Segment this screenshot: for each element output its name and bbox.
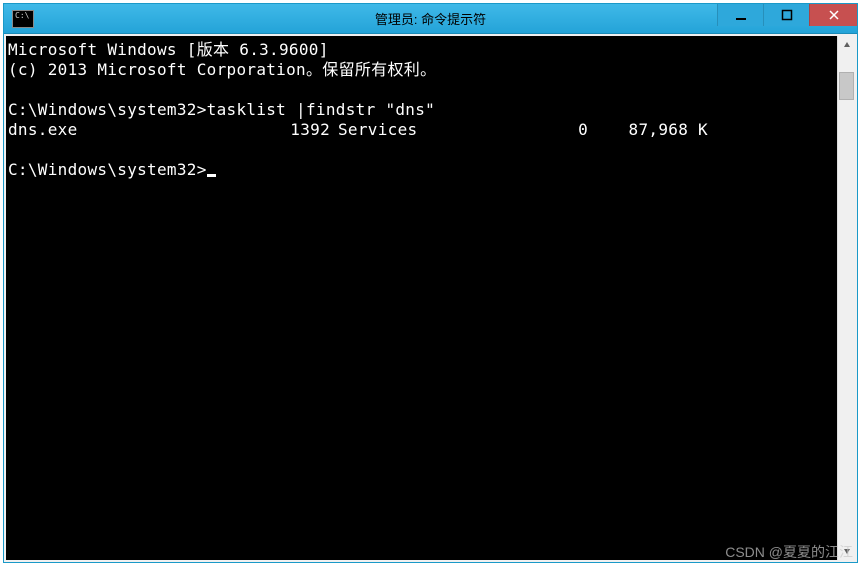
maximize-icon	[781, 9, 793, 21]
proc-session: Services	[338, 120, 528, 140]
window-title: 管理员: 命令提示符	[375, 9, 486, 28]
proc-name: dns.exe	[8, 120, 268, 140]
proc-mem: 87,968 K	[588, 120, 708, 140]
terminal-container: Microsoft Windows [版本 6.3.9600] (c) 2013…	[4, 34, 857, 562]
minimize-button[interactable]	[717, 4, 763, 26]
blank-line	[8, 80, 835, 100]
banner-line: Microsoft Windows [版本 6.3.9600]	[8, 40, 835, 60]
prompt-command: tasklist |findstr "dns"	[207, 100, 435, 119]
maximize-button[interactable]	[763, 4, 809, 26]
proc-session-num: 0	[528, 120, 588, 140]
app-icon-label: C:\	[15, 12, 29, 20]
cursor	[207, 174, 216, 177]
prompt-line: C:\Windows\system32>	[8, 160, 835, 180]
chevron-down-icon	[843, 547, 851, 555]
scroll-track[interactable]	[838, 54, 855, 542]
prompt-path: C:\Windows\system32>	[8, 100, 207, 119]
close-icon	[828, 9, 840, 21]
scroll-down-button[interactable]	[838, 542, 855, 560]
minimize-icon	[735, 9, 747, 21]
titlebar[interactable]: C:\ 管理员: 命令提示符	[4, 4, 857, 34]
vertical-scrollbar[interactable]	[837, 36, 855, 560]
chevron-up-icon	[843, 41, 851, 49]
terminal-output[interactable]: Microsoft Windows [版本 6.3.9600] (c) 2013…	[6, 36, 837, 560]
window-controls	[717, 4, 857, 26]
blank-line	[8, 140, 835, 160]
command-prompt-window: C:\ 管理员: 命令提示符 Microsoft Windows [版本 6.3…	[3, 3, 858, 563]
banner-line: (c) 2013 Microsoft Corporation。保留所有权利。	[8, 60, 835, 80]
proc-pid: 1392	[268, 120, 338, 140]
scroll-thumb[interactable]	[839, 72, 854, 100]
prompt-line: C:\Windows\system32>tasklist |findstr "d…	[8, 100, 835, 120]
app-icon: C:\	[12, 10, 34, 28]
close-button[interactable]	[809, 4, 857, 26]
output-row: dns.exe1392Services087,968 K	[8, 120, 835, 140]
prompt-path: C:\Windows\system32>	[8, 160, 207, 179]
scroll-up-button[interactable]	[838, 36, 855, 54]
